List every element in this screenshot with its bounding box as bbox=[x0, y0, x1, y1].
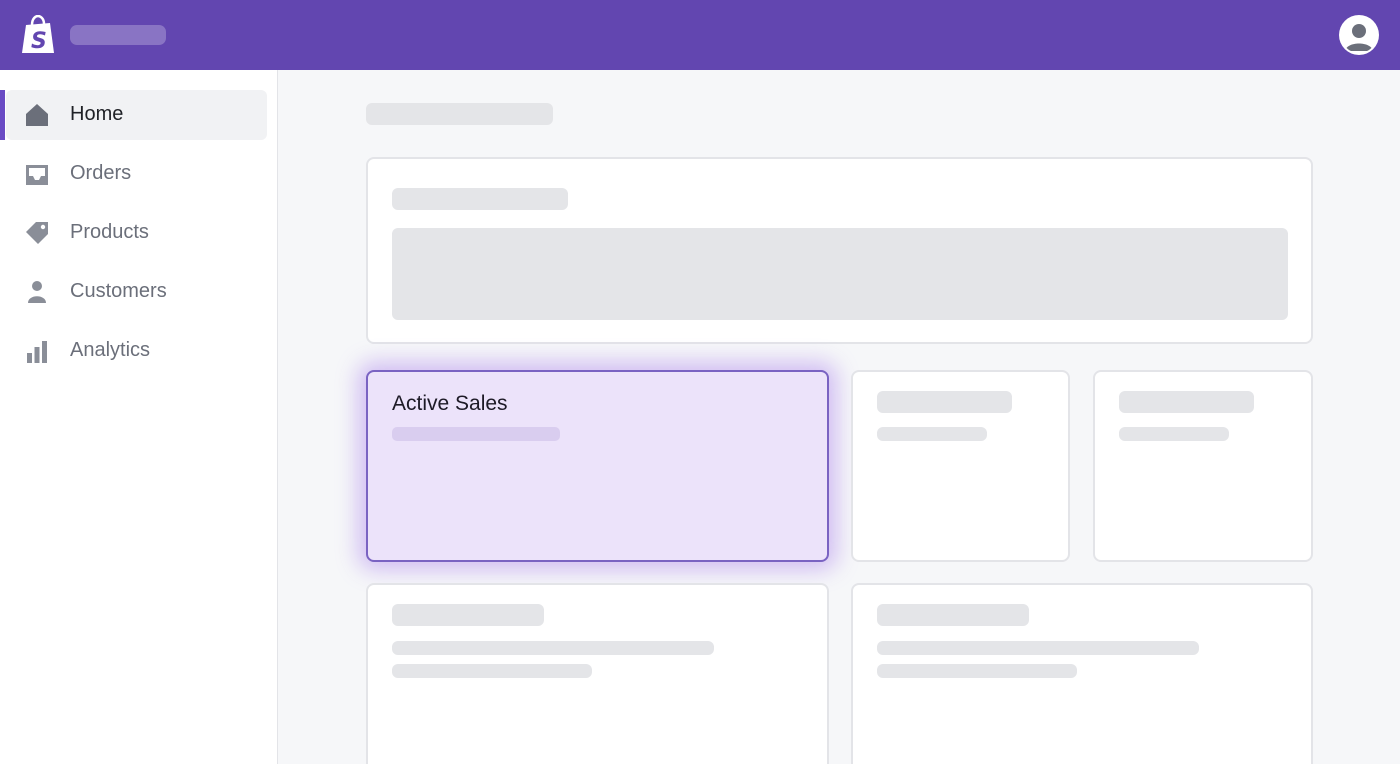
card-subtitle-placeholder bbox=[392, 427, 560, 441]
tag-icon bbox=[26, 222, 48, 244]
sidebar-item-label: Home bbox=[70, 103, 124, 125]
sidebar-item-label: Orders bbox=[70, 162, 132, 184]
card-body-placeholder bbox=[392, 228, 1288, 320]
stat-card[interactable] bbox=[1093, 370, 1313, 562]
sidebar-item-label: Customers bbox=[70, 280, 167, 302]
card-line-placeholder bbox=[877, 641, 1199, 655]
person-icon bbox=[28, 281, 46, 303]
stat-card[interactable] bbox=[851, 370, 1070, 562]
sidebar-item-label: Products bbox=[70, 221, 149, 243]
card-heading-placeholder bbox=[877, 604, 1029, 626]
sidebar-item-products[interactable]: Products bbox=[6, 208, 267, 258]
card-line-placeholder bbox=[877, 664, 1077, 678]
content-card[interactable] bbox=[851, 583, 1313, 764]
card-heading-placeholder bbox=[392, 604, 544, 626]
page-title-placeholder bbox=[366, 103, 553, 125]
stat-value-placeholder bbox=[1119, 427, 1229, 441]
user-avatar-icon[interactable] bbox=[1339, 15, 1379, 55]
stat-value-placeholder bbox=[877, 427, 987, 441]
card-heading-placeholder bbox=[392, 188, 568, 210]
stat-title-placeholder bbox=[877, 391, 1012, 413]
svg-text:S: S bbox=[31, 29, 47, 54]
active-sales-card[interactable]: Active Sales bbox=[366, 370, 829, 562]
shopify-bag-icon[interactable]: S bbox=[20, 15, 56, 55]
sidebar-item-customers[interactable]: Customers bbox=[6, 267, 267, 317]
sidebar-item-analytics[interactable]: Analytics bbox=[6, 326, 267, 376]
home-icon bbox=[26, 104, 48, 126]
card-title: Active Sales bbox=[392, 392, 508, 415]
inbox-icon bbox=[26, 165, 48, 185]
sidebar: Home Orders Products Customers Analytics bbox=[0, 70, 278, 764]
card-line-placeholder bbox=[392, 641, 714, 655]
sidebar-item-label: Analytics bbox=[70, 339, 151, 361]
card-line-placeholder bbox=[392, 664, 592, 678]
overview-card bbox=[366, 157, 1313, 344]
sidebar-item-orders[interactable]: Orders bbox=[6, 149, 267, 199]
top-bar: S bbox=[0, 0, 1400, 70]
content-card[interactable] bbox=[366, 583, 829, 764]
stat-title-placeholder bbox=[1119, 391, 1254, 413]
store-name-placeholder[interactable] bbox=[70, 25, 166, 45]
bar-chart-icon bbox=[27, 341, 47, 363]
sidebar-item-home[interactable]: Home bbox=[0, 90, 267, 140]
